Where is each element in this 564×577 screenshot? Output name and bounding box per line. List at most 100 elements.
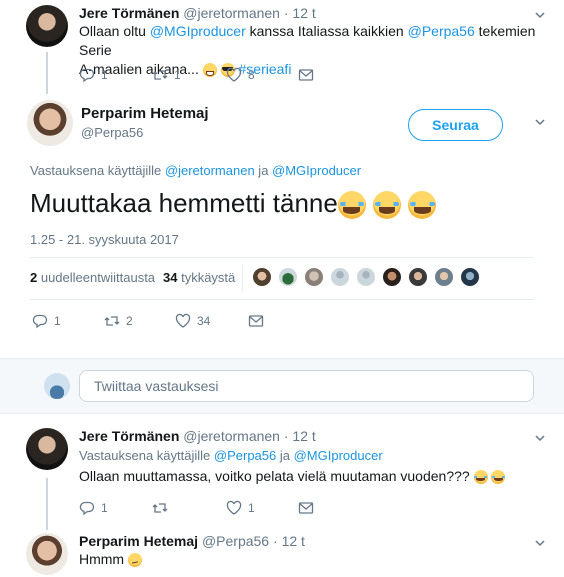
retweet-icon (104, 316, 120, 326)
author-name[interactable]: Jere Törmänen (79, 428, 179, 444)
liker-avatar[interactable] (252, 267, 272, 287)
chevron-down-icon[interactable] (535, 117, 545, 127)
thinking-emoji-icon (128, 553, 142, 568)
tweet-time[interactable]: 12 t (292, 428, 315, 444)
author-handle[interactable]: @jeretormanen (183, 428, 280, 444)
liker-avatar[interactable] (356, 267, 376, 287)
mention-link[interactable]: @jeretormanen (165, 163, 255, 178)
divider (30, 299, 534, 300)
separator: · (273, 533, 278, 549)
retweet-icon (152, 503, 168, 513)
retweet-count: 2 (126, 314, 133, 328)
laughing-emoji-icon (337, 191, 366, 220)
avatar[interactable] (26, 428, 68, 470)
chevron-down-icon[interactable] (535, 10, 545, 20)
chevron-down-icon[interactable] (535, 538, 545, 548)
tweet-text: Hmmm (79, 551, 142, 568)
tweet-timestamp[interactable]: 1.25 - 21. syyskuuta 2017 (30, 232, 179, 247)
tweet-time[interactable]: 12 t (292, 5, 315, 21)
reply-action[interactable]: 1 (79, 500, 108, 516)
reply-action[interactable]: 1 (32, 313, 61, 329)
like-count: 34 (197, 314, 211, 328)
like-stat-label: tykkäystä (177, 270, 236, 285)
like-count: 1 (248, 501, 255, 515)
liker-avatar[interactable] (382, 267, 402, 287)
like-stats[interactable]: 34 tykkäystä (163, 270, 235, 285)
tweet-header: Jere Törmänen @jeretormanen · 12 t (79, 5, 316, 21)
retweet-action[interactable] (152, 500, 174, 516)
reply-count: 1 (101, 68, 108, 82)
tweet-text: Ollaan oltu @MGIproducer kanssa Italiass… (79, 22, 549, 79)
liker-avatar[interactable] (408, 267, 428, 287)
like-icon (226, 67, 242, 82)
retweet-stat-label: uudelleentwiittausta (37, 270, 156, 285)
retweet-stats[interactable]: 2 uudelleentwiittausta (30, 270, 155, 285)
liker-avatar[interactable] (460, 267, 480, 287)
stats-divider (242, 265, 243, 291)
author-handle[interactable]: @Perpa56 (81, 125, 143, 140)
liker-avatar[interactable] (434, 267, 454, 287)
avatar (44, 373, 70, 399)
message-action[interactable] (298, 67, 314, 83)
liker-avatar[interactable] (278, 267, 298, 287)
like-icon (175, 313, 191, 328)
avatar[interactable] (27, 100, 73, 146)
reply-input[interactable]: Twiittaa vastauksesi (79, 370, 534, 402)
thread-line (46, 52, 48, 94)
retweet-action[interactable]: 2 (104, 313, 133, 329)
like-action[interactable]: 1 (226, 500, 255, 516)
message-icon (298, 69, 314, 81)
reply-and: ja (276, 448, 294, 463)
like-action[interactable]: 8 (226, 67, 255, 83)
laughing-emoji-icon (491, 470, 506, 485)
main-tweet-text: Muuttakaa hemmetti tänne (30, 186, 437, 220)
tweet-time[interactable]: 12 t (282, 533, 305, 549)
separator: · (283, 428, 289, 444)
reply-prefix: Vastauksena käyttäjille (79, 448, 214, 463)
author-handle[interactable]: @jeretormanen (183, 5, 280, 21)
separator: · (283, 5, 289, 21)
laughing-emoji-icon (408, 191, 437, 220)
reply-and: ja (254, 163, 273, 178)
mention-link[interactable]: @MGIproducer (294, 448, 383, 463)
tweet-header: Jere Törmänen @jeretormanen · 12 t (79, 428, 316, 444)
message-action[interactable] (298, 500, 314, 516)
main-tweet-text-body: Muuttakaa hemmetti tänne (30, 188, 338, 218)
mention-link[interactable]: @MGIproducer (150, 23, 246, 39)
reply-icon (32, 314, 48, 329)
follow-button[interactable]: Seuraa (408, 109, 503, 141)
grin-emoji-icon (202, 63, 217, 78)
author-name[interactable]: Jere Törmänen (79, 5, 179, 21)
retweet-action[interactable]: 1 (152, 67, 181, 83)
mention-link[interactable]: @MGIproducer (272, 163, 361, 178)
message-action[interactable] (248, 313, 264, 329)
divider (30, 257, 534, 258)
reply-count: 1 (101, 501, 108, 515)
mention-link[interactable]: @Perpa56 (214, 448, 276, 463)
tweet-header: Perparim Hetemaj @Perpa56 · 12 t (79, 533, 305, 549)
avatar[interactable] (26, 5, 68, 47)
liker-avatar[interactable] (304, 267, 324, 287)
reply-input-placeholder: Twiittaa vastauksesi (94, 378, 219, 394)
tweet-text-body: Hmmm (79, 551, 128, 567)
reply-count: 1 (54, 314, 61, 328)
author-name[interactable]: Perparim Hetemaj (79, 533, 198, 549)
tweet-text-part: kanssa Italiassa kaikkien (245, 23, 408, 39)
author-handle[interactable]: @Perpa56 (202, 533, 269, 549)
like-stat-count: 34 (163, 270, 178, 285)
mention-link[interactable]: @Perpa56 (408, 23, 475, 39)
tweet-text-part: Ollaan oltu (79, 23, 150, 39)
liker-avatar[interactable] (330, 267, 350, 287)
chevron-down-icon[interactable] (535, 433, 545, 443)
laughing-emoji-icon (373, 191, 402, 220)
author-name[interactable]: Perparim Hetemaj (81, 105, 209, 122)
reply-icon (79, 501, 95, 516)
like-count: 8 (248, 68, 255, 82)
reply-action[interactable]: 1 (79, 67, 108, 83)
like-action[interactable]: 34 (175, 313, 210, 329)
reply-context: Vastauksena käyttäjille @jeretormanen ja… (30, 163, 361, 178)
reply-context: Vastauksena käyttäjille @Perpa56 ja @MGI… (79, 448, 383, 463)
retweet-count: 1 (174, 68, 181, 82)
avatar[interactable] (26, 533, 68, 575)
message-icon (298, 502, 314, 514)
